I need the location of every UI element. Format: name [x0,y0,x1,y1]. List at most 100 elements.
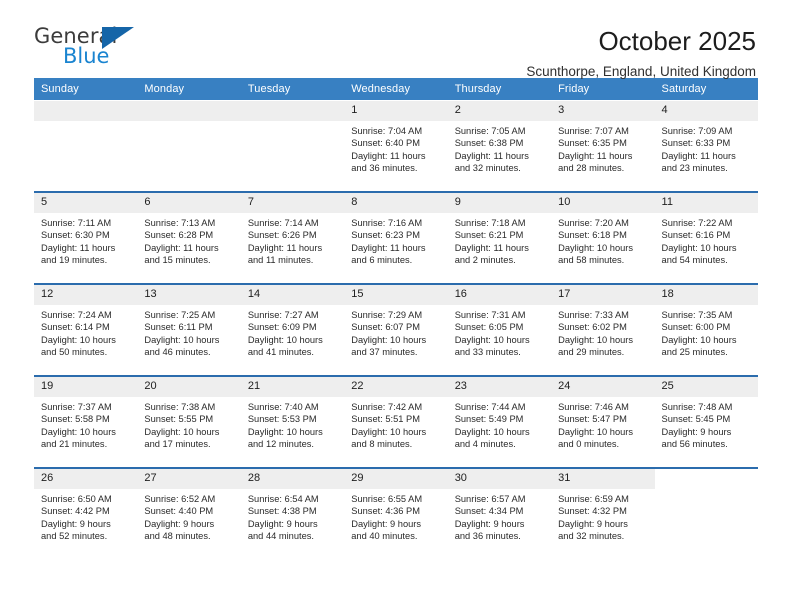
daylight-text-line1: Daylight: 11 hours [144,242,219,253]
daylight-text-line1: Daylight: 9 hours [661,426,732,437]
day-number: 7 [240,193,345,213]
sunset-text: Sunset: 5:49 PM [454,414,524,425]
daylight-text-line1: Daylight: 9 hours [41,518,111,529]
day-info: Sunrise: 6:59 AM Sunset: 4:32 PM Daylight:… [551,489,654,542]
sunset-text: Sunset: 5:51 PM [351,414,420,425]
daylight-text-line1: Daylight: 11 hours [558,150,633,161]
daylight-text-line2: and 29 minutes. [558,346,625,357]
day-cell[interactable]: 18 Sunrise: 7:35 AM Sunset: 6:00 PM Dayligh… [654,283,758,376]
day-cell[interactable]: 3 Sunrise: 7:07 AM Sunset: 6:35 PM Daylight… [551,100,655,192]
day-info: Sunrise: 6:50 AM Sunset: 4:42 PM Daylight:… [34,489,137,542]
daylight-text-line1: Daylight: 10 hours [558,334,634,345]
day-cell[interactable]: 17 Sunrise: 7:33 AM Sunset: 6:02 PM Dayligh… [551,283,655,376]
sunset-text: Sunset: 4:32 PM [558,506,627,517]
day-number: 11 [654,193,758,213]
daylight-text-line1: Daylight: 10 hours [558,242,634,253]
day-info [241,121,344,125]
sunrise-text: Sunrise: 7:46 AM [558,402,629,412]
weekday-header-tuesday: Tuesday [240,78,345,101]
day-cell[interactable]: 13 Sunrise: 7:25 AM Sunset: 6:11 PM Dayligh… [137,283,241,376]
day-number: 2 [447,101,552,121]
day-cell[interactable]: 2 Sunrise: 7:05 AM Sunset: 6:38 PM Daylight… [447,100,552,192]
daylight-text-line1: Daylight: 9 hours [144,518,215,529]
day-number: 26 [34,469,138,489]
sunrise-text: Sunrise: 7:24 AM [41,310,112,320]
day-cell[interactable]: 27 Sunrise: 6:52 AM Sunset: 4:40 PM Dayligh… [137,467,241,559]
day-cell[interactable]: 8 Sunrise: 7:16 AM Sunset: 6:23 PM Daylight… [344,191,448,284]
day-cell[interactable]: 23 Sunrise: 7:44 AM Sunset: 5:49 PM Dayligh… [447,375,552,468]
day-number [34,101,138,121]
day-info: Sunrise: 6:52 AM Sunset: 4:40 PM Daylight:… [137,489,240,542]
calendar-page: General Blue October 2025 Scunthorpe, En… [0,0,792,612]
day-cell[interactable]: 5 Sunrise: 7:11 AM Sunset: 6:30 PM Daylight… [34,191,138,284]
title-block: October 2025 Scunthorpe, England, United… [526,26,756,82]
weekday-header-sunday: Sunday [34,78,138,101]
day-cell[interactable]: 19 Sunrise: 7:37 AM Sunset: 5:58 PM Dayligh… [34,375,138,468]
day-number: 5 [34,193,138,213]
day-cell[interactable] [137,100,241,192]
sunset-text: Sunset: 6:38 PM [454,138,524,149]
day-number: 19 [34,377,138,397]
day-cell[interactable]: 20 Sunrise: 7:38 AM Sunset: 5:55 PM Dayligh… [137,375,241,468]
calendar-table: Sunday Monday Tuesday Wednesday Thursday… [34,78,758,559]
sunrise-text: Sunrise: 7:35 AM [661,310,733,320]
calendar-week-row: 19 Sunrise: 7:37 AM Sunset: 5:58 PM Dayligh… [34,375,758,468]
day-cell[interactable]: 21 Sunrise: 7:40 AM Sunset: 5:53 PM Dayligh… [240,375,345,468]
day-cell[interactable]: 16 Sunrise: 7:31 AM Sunset: 6:05 PM Dayligh… [447,283,552,376]
day-cell[interactable]: 28 Sunrise: 6:54 AM Sunset: 4:38 PM Dayligh… [240,467,345,559]
day-cell[interactable]: 24 Sunrise: 7:46 AM Sunset: 5:47 PM Dayligh… [551,375,655,468]
day-info: Sunrise: 7:09 AM Sunset: 6:33 PM Daylight:… [655,121,758,174]
daylight-text-line1: Daylight: 11 hours [661,150,736,161]
sunrise-text: Sunrise: 6:52 AM [144,494,216,504]
day-cell[interactable]: 1 Sunrise: 7:04 AM Sunset: 6:40 PM Daylight… [344,100,448,192]
sunset-text: Sunset: 6:09 PM [247,322,317,333]
day-info: Sunrise: 7:14 AM Sunset: 6:26 PM Daylight:… [241,213,344,266]
sunset-text: Sunset: 5:58 PM [41,414,110,425]
day-cell[interactable]: 9 Sunrise: 7:18 AM Sunset: 6:21 PM Daylight… [447,191,552,284]
sunrise-text: Sunrise: 6:59 AM [558,494,629,504]
page-header: General Blue October 2025 Scunthorpe, En… [0,0,792,80]
day-number: 22 [344,377,448,397]
day-info [137,121,240,125]
day-cell[interactable]: 25 Sunrise: 7:48 AM Sunset: 5:45 PM Dayligh… [654,375,758,468]
day-cell[interactable]: 31 Sunrise: 6:59 AM Sunset: 4:32 PM Dayligh… [551,467,655,559]
day-cell[interactable] [654,467,758,559]
day-cell[interactable]: 29 Sunrise: 6:55 AM Sunset: 4:36 PM Dayligh… [344,467,448,559]
day-info: Sunrise: 7:48 AM Sunset: 5:45 PM Daylight:… [655,397,758,450]
day-info: Sunrise: 7:18 AM Sunset: 6:21 PM Daylight:… [448,213,551,266]
day-info: Sunrise: 7:22 AM Sunset: 6:16 PM Daylight:… [655,213,758,266]
day-info: Sunrise: 7:13 AM Sunset: 6:28 PM Daylight:… [137,213,240,266]
day-cell[interactable]: 10 Sunrise: 7:20 AM Sunset: 6:18 PM Dayligh… [551,191,655,284]
sunrise-text: Sunrise: 7:07 AM [558,126,629,136]
day-cell[interactable]: 30 Sunrise: 6:57 AM Sunset: 4:34 PM Dayligh… [447,467,552,559]
day-cell[interactable]: 4 Sunrise: 7:09 AM Sunset: 6:33 PM Daylight… [654,100,758,192]
day-cell[interactable] [240,100,345,192]
sunrise-text: Sunrise: 7:48 AM [661,402,733,412]
sunset-text: Sunset: 6:11 PM [144,322,213,333]
day-info: Sunrise: 7:46 AM Sunset: 5:47 PM Daylight:… [551,397,654,450]
day-cell[interactable]: 22 Sunrise: 7:42 AM Sunset: 5:51 PM Dayligh… [344,375,448,468]
generalblue-logo[interactable]: General Blue [34,26,142,72]
day-cell[interactable]: 14 Sunrise: 7:27 AM Sunset: 6:09 PM Dayligh… [240,283,345,376]
day-cell[interactable]: 11 Sunrise: 7:22 AM Sunset: 6:16 PM Dayligh… [654,191,758,284]
weekday-header-monday: Monday [137,78,241,101]
day-info: Sunrise: 6:57 AM Sunset: 4:34 PM Daylight:… [448,489,551,542]
day-cell[interactable]: 6 Sunrise: 7:13 AM Sunset: 6:28 PM Daylight… [137,191,241,284]
daylight-text-line2: and 52 minutes. [41,530,108,541]
daylight-text-line2: and 56 minutes. [661,438,728,449]
day-cell[interactable]: 26 Sunrise: 6:50 AM Sunset: 4:42 PM Dayligh… [34,467,138,559]
daylight-text-line1: Daylight: 10 hours [247,426,323,437]
sunrise-text: Sunrise: 7:22 AM [661,218,733,228]
day-cell[interactable]: 7 Sunrise: 7:14 AM Sunset: 6:26 PM Daylight… [240,191,345,284]
sunrise-text: Sunrise: 6:54 AM [247,494,319,504]
day-cell[interactable]: 15 Sunrise: 7:29 AM Sunset: 6:07 PM Dayligh… [344,283,448,376]
day-cell[interactable]: 12 Sunrise: 7:24 AM Sunset: 6:14 PM Dayligh… [34,283,138,376]
sunset-text: Sunset: 6:28 PM [144,230,214,241]
daylight-text-line2: and 8 minutes. [351,438,413,449]
day-cell[interactable] [34,100,138,192]
sunset-text: Sunset: 6:14 PM [41,322,110,333]
day-info: Sunrise: 7:33 AM Sunset: 6:02 PM Daylight:… [551,305,654,358]
sunset-text: Sunset: 6:02 PM [558,322,627,333]
daylight-text-line1: Daylight: 11 hours [351,150,426,161]
day-number: 29 [344,469,448,489]
